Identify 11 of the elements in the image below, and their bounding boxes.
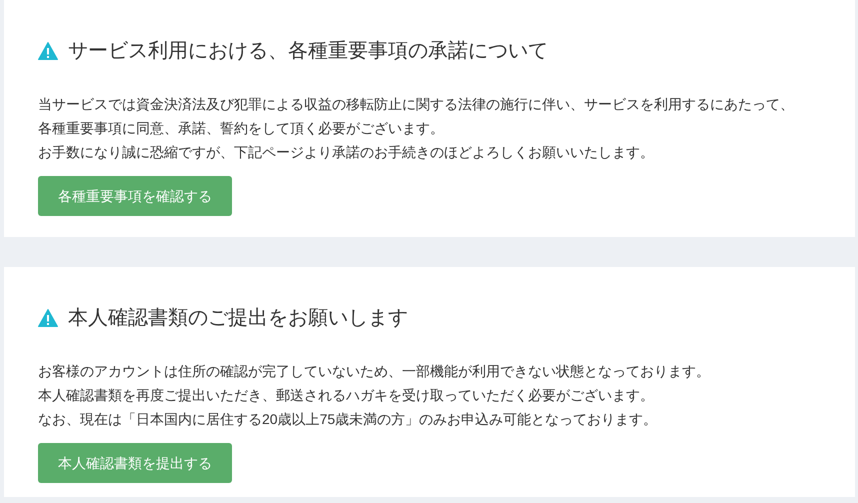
warning-icon [38, 309, 58, 327]
warning-icon [38, 42, 58, 60]
action-button[interactable]: 本人確認書類を提出する [38, 443, 232, 483]
notice-text: なお、現在は「日本国内に居住する20歳以上75歳未満の方」のみお申込み可能となっております。 [38, 410, 658, 429]
notice-text: 本人確認書類を再度ご提出いただき、郵送されるハガキを受け取っていただく必要がございます。 [38, 386, 655, 405]
action-button[interactable]: 各種重要事項を確認する [38, 176, 232, 216]
notice-title: サービス利用における、各種重要事項の承諾について [68, 39, 548, 64]
notice-text: お手数になり誠に恐縮ですが、下記ページより承諾のお手続きのほどよろしくお願いいたします。 [38, 143, 655, 162]
notice-text: 当サービスでは資金決済法及び犯罪による収益の移転防止に関する法律の施行に伴い、サービスを利用するにあたって、各種重要事項に同意、承諾、誓約をして頂く必要がございます。 [38, 95, 795, 138]
notice-text: お客様のアカウントは住所の確認が完了していないため、一部機能が利用できない状態となっております。 [38, 362, 711, 381]
notice-title: 本人確認書類のご提出をお願いします [68, 306, 408, 331]
